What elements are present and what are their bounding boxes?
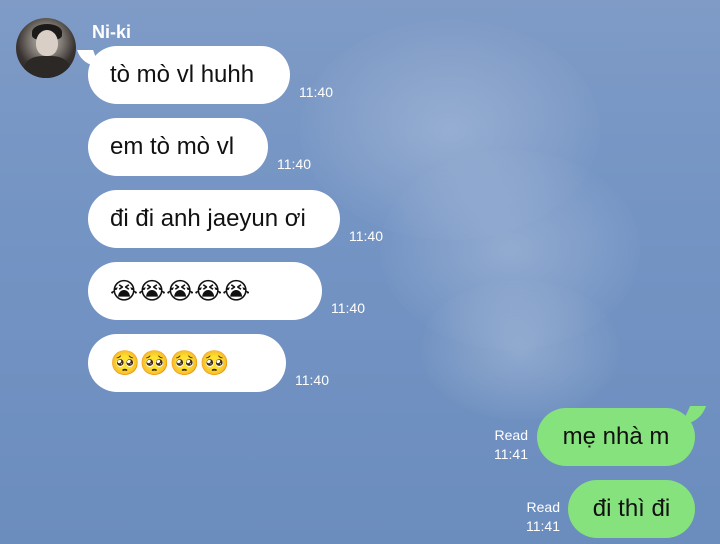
incoming-message[interactable]: 😭😭😭😭😭 [88,262,322,320]
message-emoji-text: 🥺🥺🥺🥺 [110,349,230,377]
outgoing-message[interactable]: đi thì đi [568,480,695,538]
read-status: Read [494,427,528,443]
read-receipt: Read 11:41 [512,498,560,536]
message-time: 11:40 [277,156,311,172]
incoming-message[interactable]: tò mò vl huhh [88,46,290,104]
incoming-message[interactable]: em tò mò vl [88,118,268,176]
sender-name: Ni-ki [92,22,132,42]
read-receipt: Read 11:41 [480,426,528,464]
message-text: mẹ nhà m [562,423,670,450]
message-time: 11:40 [299,84,333,100]
message-text: tò mò vl huhh [110,61,255,88]
message-time: 11:40 [349,228,383,244]
read-status: Read [526,499,560,515]
message-time: 11:40 [331,300,365,316]
background-cloud [420,280,620,420]
message-text: đi thì đi [592,495,671,522]
sender-avatar[interactable] [16,18,76,78]
outgoing-message[interactable]: mẹ nhà m [537,408,695,466]
incoming-message[interactable]: 🥺🥺🥺🥺 [88,334,286,392]
incoming-message[interactable]: đi đi anh jaeyun ơi [88,190,340,248]
message-text: em tò mò vl [110,133,235,160]
message-text: đi đi anh jaeyun ơi [110,205,306,232]
message-time: 11:41 [494,446,528,462]
message-time: 11:41 [526,518,560,534]
message-emoji-text: 😭😭😭😭😭 [110,277,251,305]
message-time: 11:40 [295,372,329,388]
